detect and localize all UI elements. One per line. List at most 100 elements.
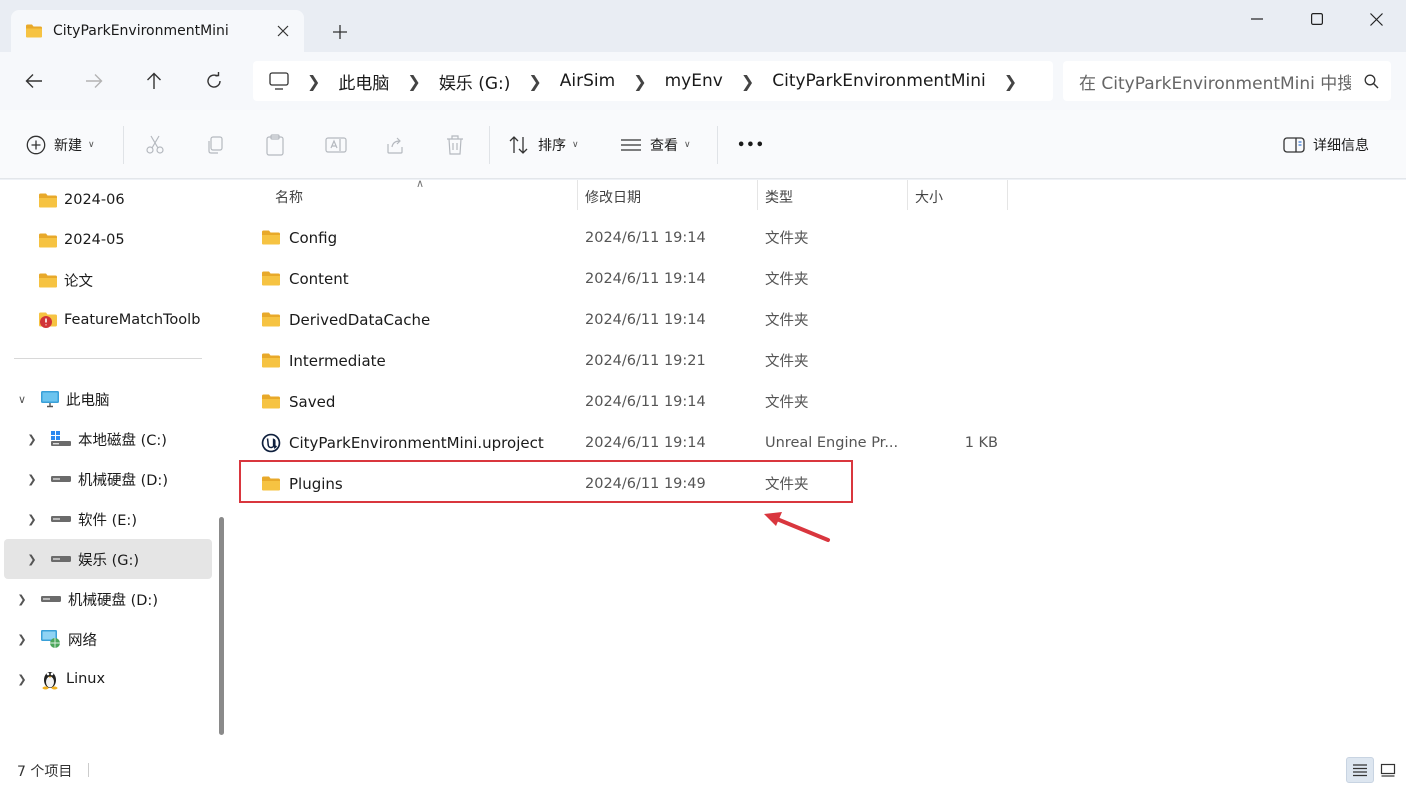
chevron-right-icon[interactable]: ❯	[307, 72, 320, 91]
column-header-size[interactable]: 大小	[915, 180, 943, 213]
chevron-right-icon[interactable]: ❯	[24, 513, 40, 526]
column-header-name[interactable]: 名称	[275, 180, 303, 213]
sidebar-item-label: 软件 (E:)	[78, 512, 137, 529]
sidebar-item-drive-g[interactable]: ❯ 娱乐 (G:)	[4, 539, 212, 579]
sort-button[interactable]: 排序 ∨	[508, 130, 579, 160]
new-button[interactable]: 新建 ∨	[26, 130, 95, 160]
column-separator[interactable]	[1007, 180, 1008, 210]
cut-button[interactable]	[145, 130, 165, 160]
sidebar-item-label: 网络	[68, 632, 97, 649]
new-tab-button[interactable]	[324, 16, 356, 48]
sidebar-item-2024-06[interactable]: 2024-06	[38, 180, 233, 220]
table-row[interactable]: Config 2024/6/11 19:14 文件夹	[241, 217, 1011, 258]
forward-button[interactable]	[76, 64, 112, 98]
refresh-button[interactable]	[196, 64, 232, 98]
search-icon[interactable]	[1351, 74, 1391, 89]
breadcrumb-this-pc[interactable]: 此电脑	[338, 69, 389, 94]
view-button[interactable]: 查看 ∨	[620, 130, 691, 160]
close-tab-icon[interactable]	[268, 16, 298, 46]
trash-icon	[447, 135, 463, 155]
rename-button[interactable]	[325, 130, 347, 160]
sidebar-item-drive-c[interactable]: ❯ 本地磁盘 (C:)	[4, 419, 212, 459]
table-row[interactable]: Intermediate 2024/6/11 19:21 文件夹	[241, 340, 1011, 381]
arrow-left-icon	[25, 74, 42, 88]
chevron-right-icon[interactable]: ❯	[407, 72, 420, 91]
column-header-modified[interactable]: 修改日期	[585, 180, 641, 213]
chevron-right-icon[interactable]: ❯	[24, 433, 40, 446]
breadcrumb-citypark[interactable]: CityParkEnvironmentMini	[772, 71, 986, 91]
file-name-cell: Saved	[261, 393, 335, 411]
sidebar-item-linux[interactable]: ❯ Linux	[4, 659, 212, 699]
sidebar-item-2024-05[interactable]: 2024-05	[38, 220, 233, 260]
table-row[interactable]: CityParkEnvironmentMini.uproject 2024/6/…	[241, 422, 1011, 463]
breadcrumb-myenv[interactable]: myEnv	[665, 71, 723, 91]
file-type: 文件夹	[765, 231, 809, 247]
file-name: Intermediate	[289, 351, 386, 370]
sidebar-item-drive-d-2[interactable]: ❯ 机械硬盘 (D:)	[4, 579, 212, 619]
sidebar-item-this-pc[interactable]: ∨ 此电脑	[4, 379, 212, 419]
column-header-type[interactable]: 类型	[765, 180, 793, 213]
chevron-right-icon[interactable]: ❯	[1004, 72, 1017, 91]
column-separator[interactable]	[577, 180, 578, 210]
list-view-icon	[621, 139, 641, 151]
status-bar: 7 个项目	[0, 755, 1406, 785]
chevron-right-icon[interactable]: ❯	[24, 473, 40, 486]
chevron-right-icon[interactable]: ❯	[528, 72, 541, 91]
column-separator[interactable]	[907, 180, 908, 210]
tab-active[interactable]: CityParkEnvironmentMini	[11, 10, 304, 52]
title-bar: CityParkEnvironmentMini	[0, 0, 1406, 52]
chevron-down-icon[interactable]: ∨	[14, 393, 30, 406]
more-options-button[interactable]: •••	[737, 130, 765, 160]
details-label: 详细信息	[1313, 138, 1369, 154]
toolbar-divider	[489, 126, 490, 164]
refresh-icon	[207, 72, 221, 88]
up-button[interactable]	[136, 64, 172, 98]
file-name: Content	[289, 269, 349, 288]
search-input[interactable]: 在 CityParkEnvironmentMini 中搜	[1079, 69, 1351, 94]
file-modified: 2024/6/11 19:14	[585, 311, 706, 328]
file-name-cell: Config	[261, 229, 337, 247]
minimize-button[interactable]	[1227, 0, 1287, 38]
sidebar-item-network[interactable]: ❯ 网络	[4, 619, 212, 659]
sidebar-item-papers[interactable]: 论文	[38, 260, 233, 300]
column-separator[interactable]	[757, 180, 758, 210]
sidebar-divider	[14, 358, 202, 359]
chevron-right-icon[interactable]: ❯	[14, 673, 30, 686]
tiles-view-button[interactable]	[1374, 757, 1402, 783]
address-bar[interactable]: ❯ 此电脑 ❯ 娱乐 (G:) ❯ AirSim ❯ myEnv ❯ CityP…	[253, 61, 1053, 101]
sidebar-item-label: 2024-05	[64, 232, 125, 248]
scissors-icon	[146, 135, 164, 154]
maximize-button[interactable]	[1287, 0, 1347, 38]
paste-button[interactable]	[265, 130, 285, 160]
chevron-right-icon[interactable]: ❯	[14, 593, 30, 606]
close-icon	[1369, 12, 1383, 26]
clipboard-icon	[266, 134, 284, 156]
close-window-button[interactable]	[1346, 0, 1406, 38]
delete-button[interactable]	[445, 130, 465, 160]
chevron-right-icon[interactable]: ❯	[24, 553, 40, 566]
table-row[interactable]: DerivedDataCache 2024/6/11 19:14 文件夹	[241, 299, 1011, 340]
details-pane-button[interactable]: 详细信息	[1283, 130, 1369, 160]
breadcrumb-drive-g[interactable]: 娱乐 (G:)	[439, 69, 511, 94]
sidebar-scrollbar-thumb[interactable]	[219, 517, 224, 735]
folder-icon	[39, 193, 57, 207]
back-button[interactable]	[16, 64, 52, 98]
chevron-right-icon[interactable]: ❯	[633, 72, 646, 91]
file-name-cell: DerivedDataCache	[261, 311, 430, 329]
sidebar-item-featurematchtoolbox[interactable]: FeatureMatchToolb	[38, 300, 218, 340]
sidebar-item-drive-d[interactable]: ❯ 机械硬盘 (D:)	[4, 459, 212, 499]
table-row[interactable]: Saved 2024/6/11 19:14 文件夹	[241, 381, 1011, 422]
search-box[interactable]: 在 CityParkEnvironmentMini 中搜	[1063, 61, 1391, 101]
breadcrumb-airsim[interactable]: AirSim	[560, 71, 615, 91]
drive-icon	[51, 516, 71, 522]
share-button[interactable]	[385, 130, 405, 160]
chevron-right-icon[interactable]: ❯	[14, 633, 30, 646]
sidebar-item-drive-e[interactable]: ❯ 软件 (E:)	[4, 499, 212, 539]
copy-button[interactable]	[205, 130, 225, 160]
details-view-button[interactable]	[1346, 757, 1374, 783]
table-row[interactable]: Content 2024/6/11 19:14 文件夹	[241, 258, 1011, 299]
status-divider	[88, 763, 89, 777]
chevron-right-icon[interactable]: ❯	[741, 72, 754, 91]
monitor-icon	[269, 72, 289, 90]
folder-icon	[262, 353, 280, 368]
